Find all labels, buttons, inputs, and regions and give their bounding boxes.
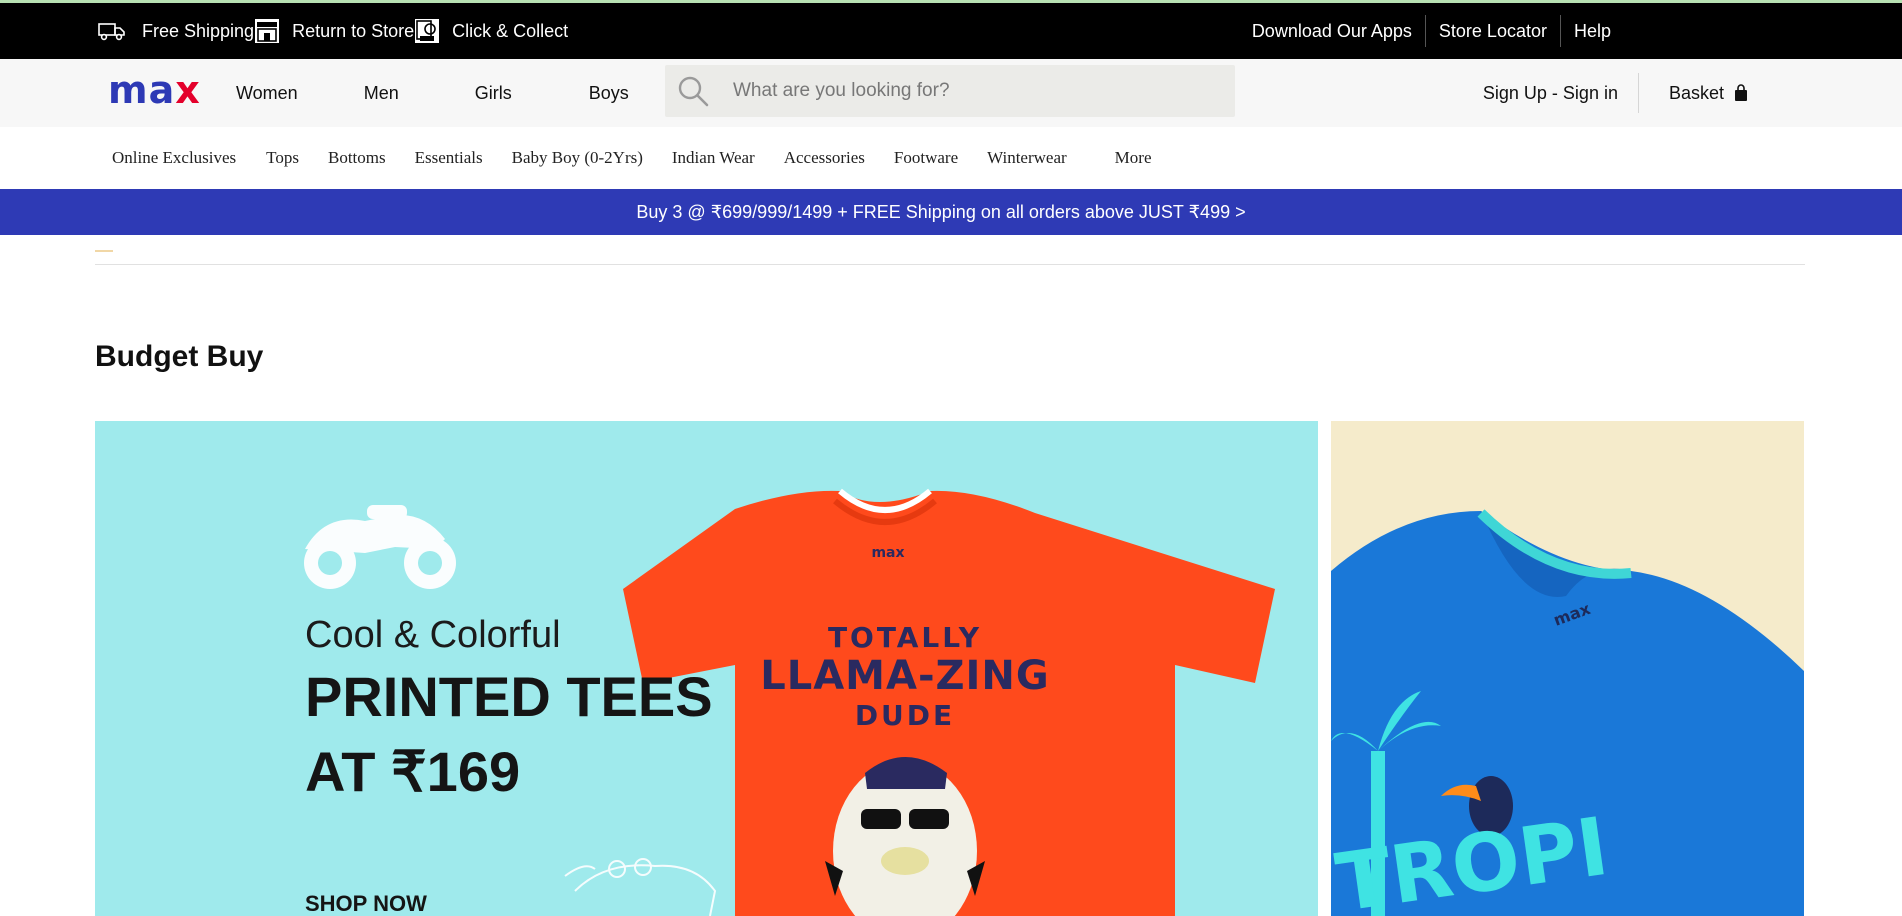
section-divider bbox=[95, 264, 1805, 265]
download-apps-link[interactable]: Download Our Apps bbox=[1239, 21, 1425, 42]
search-input[interactable] bbox=[731, 79, 1215, 103]
nav-boys[interactable]: Boys bbox=[589, 83, 629, 104]
tee-print-line-1: TOTALLY bbox=[828, 621, 982, 654]
nav-men[interactable]: Men bbox=[364, 83, 399, 104]
search-box bbox=[665, 65, 1235, 117]
shop-now-link[interactable]: SHOP NOW bbox=[305, 891, 427, 916]
crocodile-doodle bbox=[564, 858, 717, 916]
search-icon[interactable] bbox=[677, 75, 709, 107]
category-list: Online Exclusives Tops Bottoms Essential… bbox=[112, 127, 1152, 189]
click-collect-icon bbox=[415, 19, 440, 43]
truck-icon bbox=[98, 23, 125, 41]
free-shipping-label: Free Shipping bbox=[142, 20, 255, 41]
banner-line-3: AT ₹169 bbox=[305, 740, 521, 803]
motorcycle-doodle bbox=[304, 505, 456, 589]
store-icon bbox=[255, 19, 280, 43]
category-indian-wear[interactable]: Indian Wear bbox=[672, 148, 755, 168]
promo-text: Buy 3 @ ₹699/999/1499 + FREE Shipping on… bbox=[636, 201, 1246, 222]
category-more[interactable]: More bbox=[1115, 148, 1152, 168]
category-bottoms[interactable]: Bottoms bbox=[328, 148, 386, 168]
blue-tee-artwork: max TROPI bbox=[1331, 509, 1804, 916]
logo-part-1: ma bbox=[108, 68, 176, 112]
return-to-store-item[interactable]: Return to Store bbox=[254, 18, 414, 44]
basket-label: Basket bbox=[1668, 82, 1724, 103]
category-footware[interactable]: Footware bbox=[894, 148, 958, 168]
store-locator-link[interactable]: Store Locator bbox=[1426, 21, 1560, 42]
basket-button[interactable]: Basket bbox=[1669, 83, 1748, 104]
category-bar: Online Exclusives Tops Bottoms Essential… bbox=[0, 127, 1902, 189]
click-collect-label: Click & Collect bbox=[452, 20, 569, 41]
category-essentials[interactable]: Essentials bbox=[415, 148, 483, 168]
printed-tees-banner[interactable]: max TOTALLY LLAMA-ZING DUDE Cool & Color… bbox=[95, 421, 1318, 916]
promo-strip[interactable]: Buy 3 @ ₹699/999/1499 + FREE Shipping on… bbox=[0, 189, 1902, 235]
banner-line-2: PRINTED TEES bbox=[305, 665, 713, 728]
nav-girls[interactable]: Girls bbox=[475, 83, 512, 104]
tee-print-line-2: LLAMA-ZING bbox=[760, 653, 1050, 699]
sign-in-link[interactable]: Sign Up - Sign in bbox=[1483, 83, 1638, 104]
account-area: Sign Up - Sign in Basket bbox=[1483, 59, 1748, 127]
category-winterwear[interactable]: Winterwear bbox=[987, 148, 1067, 168]
category-online-exclusives[interactable]: Online Exclusives bbox=[112, 148, 236, 168]
header-divider bbox=[1637, 73, 1639, 113]
free-shipping-item[interactable]: Free Shipping bbox=[98, 20, 254, 42]
utility-bar: Free Shipping Return to Store Click & Co… bbox=[0, 3, 1902, 59]
tee-print-line-3: DUDE bbox=[855, 699, 955, 732]
click-collect-item[interactable]: Click & Collect bbox=[414, 18, 568, 44]
primary-nav: Women Men Girls Boys bbox=[236, 59, 629, 127]
side-banner[interactable]: max TROPI bbox=[1331, 421, 1804, 916]
accent-mark bbox=[95, 250, 113, 252]
orange-tee: max TOTALLY LLAMA-ZING DUDE bbox=[623, 488, 1275, 916]
banner-line-1: Cool & Colorful bbox=[305, 614, 561, 656]
return-to-store-label: Return to Store bbox=[292, 20, 415, 41]
category-accessories[interactable]: Accessories bbox=[784, 148, 865, 168]
shopping-bag-icon bbox=[1735, 84, 1747, 101]
category-baby-boy[interactable]: Baby Boy (0-2Yrs) bbox=[512, 148, 643, 168]
max-logo[interactable]: max bbox=[108, 71, 201, 109]
logo-part-2: x bbox=[175, 68, 201, 112]
main-header: max Women Men Girls Boys Sign Up - Sign … bbox=[0, 59, 1902, 127]
category-tops[interactable]: Tops bbox=[266, 148, 299, 168]
help-link[interactable]: Help bbox=[1561, 21, 1624, 42]
nav-women[interactable]: Women bbox=[236, 83, 298, 104]
section-title: Budget Buy bbox=[95, 340, 264, 373]
utility-links: Download Our Apps Store Locator Help bbox=[1239, 3, 1624, 59]
tee-brand-label: max bbox=[871, 545, 904, 561]
service-highlights: Free Shipping Return to Store Click & Co… bbox=[98, 3, 568, 59]
